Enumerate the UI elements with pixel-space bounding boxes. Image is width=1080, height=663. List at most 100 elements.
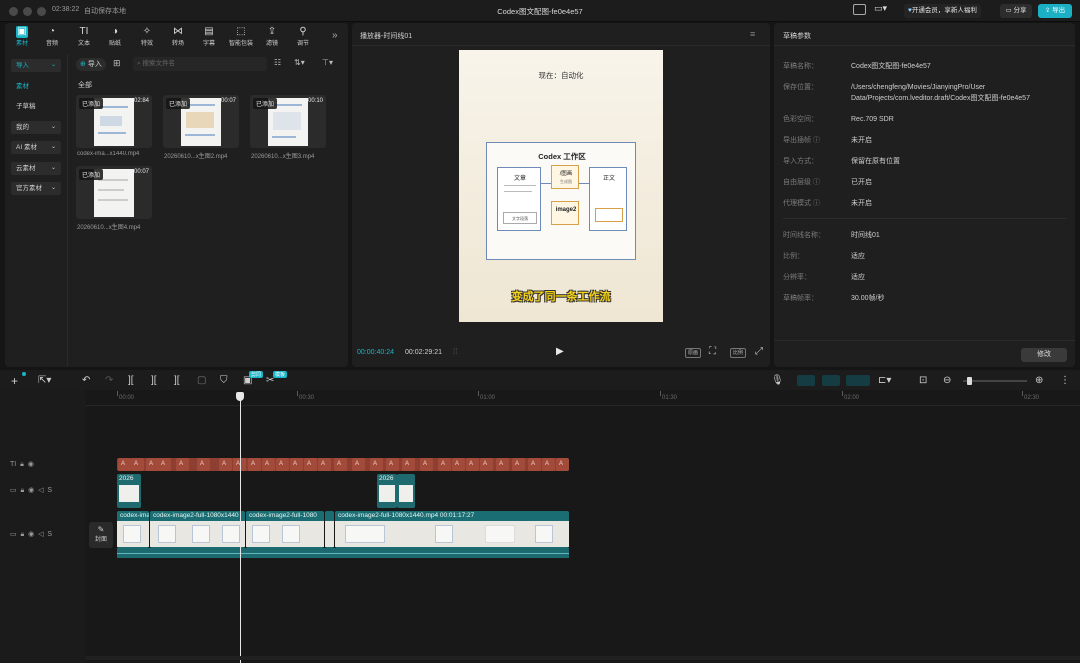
text-clip[interactable]: A — [438, 458, 451, 471]
undo-icon[interactable]: ↶ — [82, 375, 90, 387]
sort-icon[interactable]: ⇅▾ — [294, 58, 305, 67]
zoom-out-icon[interactable]: ⊖ — [943, 375, 951, 387]
solo-icon[interactable]: S — [47, 531, 52, 538]
text-clip[interactable]: A — [402, 458, 415, 471]
tab-transition[interactable]: ⋈ 转场 — [163, 26, 193, 48]
share-button[interactable]: ▭ 分享 — [1000, 4, 1032, 18]
audio-mute-icon[interactable]: ◁ — [38, 487, 43, 494]
mark-icon[interactable]: ⛉ — [220, 375, 228, 387]
split-right-icon[interactable]: ][ — [174, 375, 180, 387]
list-view-icon[interactable]: ☷ — [274, 58, 281, 67]
text-clip[interactable]: A — [262, 458, 275, 471]
tab-subtitle[interactable]: ▤ 字幕 — [194, 26, 224, 48]
sidebar-item-mine[interactable]: 我的 ⌄ — [11, 121, 61, 134]
preview-axis-icon[interactable]: ⊏▾ — [878, 375, 891, 387]
text-clip[interactable]: A — [528, 458, 541, 471]
video-clip[interactable]: codex-image2-full-1080x1440.mp4 00:01:17… — [335, 511, 569, 548]
media-item[interactable]: 已添加 02:84 — [76, 95, 152, 148]
play-button[interactable]: ▶ — [556, 346, 564, 357]
text-clip[interactable]: A — [420, 458, 433, 471]
split-left-icon[interactable]: ][ — [151, 375, 157, 387]
tab-sticker[interactable]: ◑ 贴纸 — [100, 26, 130, 48]
eye-icon[interactable]: ◉ — [28, 461, 34, 468]
more-options-icon[interactable]: ⋮ — [1060, 375, 1070, 387]
text-clip[interactable]: A — [318, 458, 331, 471]
text-clip[interactable]: A — [370, 458, 383, 471]
tab-smart-pack[interactable]: ⬚ 智能包装 — [225, 26, 257, 48]
search-input[interactable]: ⌕ 搜索文件名 — [133, 57, 267, 71]
solo-icon[interactable]: S — [47, 487, 52, 494]
text-clip[interactable]: A — [452, 458, 465, 471]
playhead-handle[interactable] — [236, 392, 244, 401]
text-clip[interactable]: A — [496, 458, 509, 471]
audio-mute-icon[interactable]: ◁ — [38, 531, 43, 538]
text-clip[interactable]: A — [197, 458, 210, 471]
preview-canvas[interactable]: 现在：自动化 Codex 工作区 文章 文字段落 /图画 生成图 image2 … — [459, 50, 663, 322]
horizontal-scrollbar[interactable] — [86, 656, 1080, 660]
overlay-clip[interactable]: 2026 — [117, 474, 141, 508]
media-item[interactable]: 已添加 00:10 — [250, 95, 326, 148]
tab-audio[interactable]: ◔ 音频 — [37, 26, 67, 48]
filter-menu-icon[interactable]: ⊤▾ — [322, 58, 333, 67]
lock-icon[interactable]: 🔒︎ — [21, 531, 25, 538]
text-clip[interactable]: A — [219, 458, 232, 471]
tab-adjust[interactable]: ⚲ 调节 — [288, 26, 318, 48]
sidebar-item-ai[interactable]: AI 素材 ⌄ — [11, 141, 61, 154]
playhead[interactable] — [240, 397, 241, 663]
linkage-icon[interactable] — [846, 375, 870, 386]
video-clip[interactable]: codex-image2-full-1080 — [246, 511, 324, 548]
grid-view-icon[interactable]: ⊞ — [113, 58, 121, 69]
split-icon[interactable]: ][ — [128, 375, 134, 387]
sidebar-item-cloud[interactable]: 云素材 ⌄ — [11, 162, 61, 175]
layout-icon[interactable] — [853, 4, 866, 15]
text-clip[interactable]: A — [176, 458, 189, 471]
sidebar-item-media[interactable]: 素材 — [11, 80, 61, 93]
text-clip[interactable]: A — [158, 458, 171, 471]
text-clip[interactable]: A — [480, 458, 493, 471]
zoom-in-icon[interactable]: ⊕ — [1035, 375, 1043, 387]
layout-menu-icon[interactable]: ▭▾ — [874, 3, 887, 14]
text-clip[interactable]: A — [118, 458, 131, 471]
text-clip[interactable]: A — [352, 458, 365, 471]
main-track-link-icon[interactable] — [797, 375, 815, 386]
microphone-icon[interactable]: 🎙 — [771, 375, 784, 387]
delete-icon[interactable]: ▢ — [197, 375, 206, 387]
tab-media[interactable]: ▣ 素材 — [7, 26, 37, 48]
text-clip[interactable]: A — [386, 458, 399, 471]
tab-effects[interactable]: ✧ 特效 — [132, 26, 162, 48]
ratio-button[interactable]: 比例 — [730, 348, 746, 358]
cover-button[interactable]: ✎ 封面 — [89, 522, 113, 548]
zoom-slider-handle[interactable] — [967, 377, 972, 385]
sidebar-item-subdraft[interactable]: 子草稿 — [11, 100, 61, 113]
full-view-icon[interactable]: ⊡ — [919, 375, 927, 387]
sidebar-item-official[interactable]: 官方素材 ⌄ — [11, 182, 61, 195]
text-clip[interactable]: A — [304, 458, 317, 471]
eye-icon[interactable]: ◉ — [28, 487, 34, 494]
export-button[interactable]: ⇪ 导出 — [1038, 4, 1072, 18]
add-track-icon[interactable]: + — [11, 375, 18, 387]
tab-text[interactable]: TI 文本 — [69, 26, 99, 48]
menu-icon[interactable]: ≡ — [750, 29, 755, 39]
overlay-clip[interactable] — [397, 474, 415, 508]
crop-icon[interactable]: ⛶ — [709, 346, 716, 357]
video-clip[interactable]: codex-image2-full-1080x1440 — [150, 511, 245, 548]
text-clip[interactable]: A — [248, 458, 261, 471]
text-clip[interactable]: A — [542, 458, 555, 471]
vip-button[interactable]: ♥开通会员，享新人福利 — [904, 4, 981, 18]
frame-step-icon[interactable]: ⁞⁞ — [453, 347, 457, 356]
media-item[interactable]: 已添加 00:07 — [163, 95, 239, 148]
text-clip[interactable]: A — [466, 458, 479, 471]
lock-icon[interactable]: 🔒︎ — [21, 487, 25, 494]
auto-snap-icon[interactable] — [822, 375, 840, 386]
media-item[interactable]: 已添加 00:07 — [76, 166, 152, 219]
text-clip[interactable]: A — [290, 458, 303, 471]
text-clip[interactable]: A — [131, 458, 144, 471]
video-clip[interactable] — [325, 511, 334, 548]
video-clip[interactable]: codex-ima — [117, 511, 149, 548]
text-clip[interactable]: A — [512, 458, 525, 471]
import-button[interactable]: ⊕ 导入 — [76, 58, 106, 71]
original-view-button[interactable]: 原画 — [685, 348, 701, 358]
eye-icon[interactable]: ◉ — [28, 531, 34, 538]
zoom-slider[interactable] — [963, 380, 1027, 382]
redo-icon[interactable]: ↷ — [105, 375, 113, 387]
